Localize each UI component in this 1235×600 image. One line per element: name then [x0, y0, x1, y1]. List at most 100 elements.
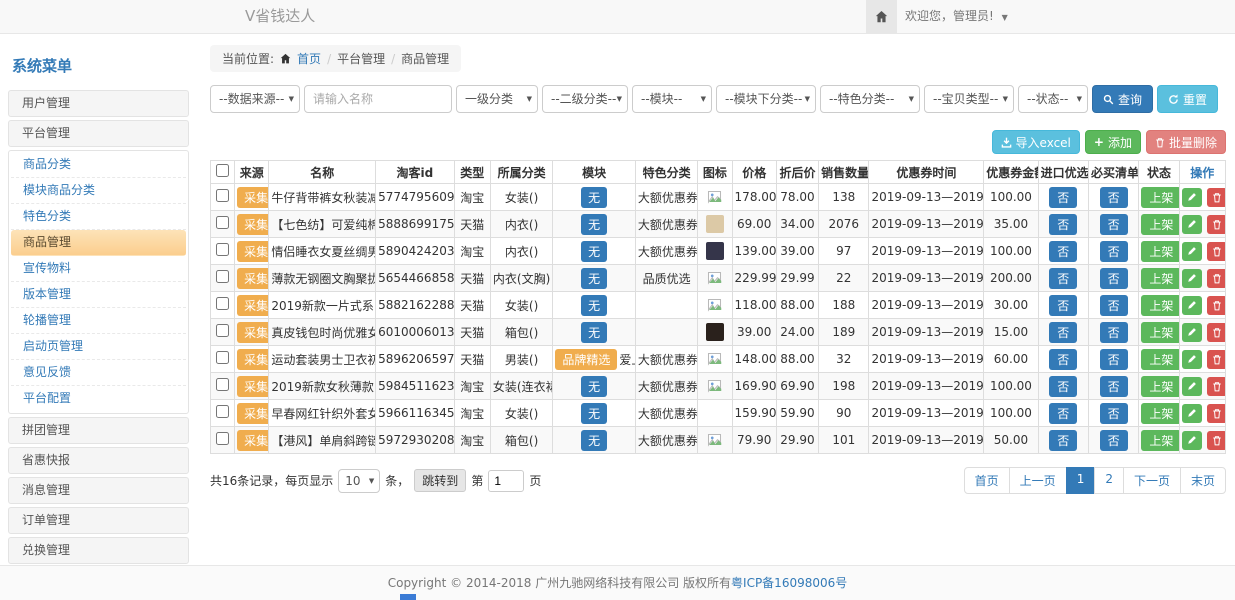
import-select-toggle[interactable]: 否	[1049, 187, 1077, 208]
delete-button[interactable]	[1207, 296, 1225, 315]
filter-select[interactable]: --二级分类-- ▼	[542, 85, 628, 113]
import-select-toggle[interactable]: 否	[1049, 349, 1077, 370]
edit-button[interactable]	[1182, 269, 1202, 288]
delete-button[interactable]	[1207, 188, 1225, 207]
import-select-toggle[interactable]: 否	[1049, 403, 1077, 424]
import-excel-button[interactable]: 导入excel	[992, 130, 1080, 154]
row-checkbox[interactable]	[216, 270, 229, 283]
must-buy-toggle[interactable]: 否	[1100, 376, 1128, 397]
must-buy-toggle[interactable]: 否	[1100, 187, 1128, 208]
import-select-toggle[interactable]: 否	[1049, 214, 1077, 235]
delete-button[interactable]	[1207, 215, 1225, 234]
status-toggle[interactable]: 上架	[1141, 349, 1179, 370]
must-buy-toggle[interactable]: 否	[1100, 403, 1128, 424]
filter-select[interactable]: --模块-- ▼	[632, 85, 712, 113]
must-buy-toggle[interactable]: 否	[1100, 241, 1128, 262]
must-buy-toggle[interactable]: 否	[1100, 214, 1128, 235]
sidebar-group-拼团管理[interactable]: 拼团管理	[8, 417, 189, 444]
jump-button[interactable]: 跳转到	[414, 469, 466, 492]
delete-button[interactable]	[1207, 350, 1225, 369]
sidebar-group-兑换管理[interactable]: 兑换管理	[8, 537, 189, 564]
status-toggle[interactable]: 上架	[1141, 268, 1179, 289]
status-toggle[interactable]: 上架	[1141, 241, 1179, 262]
sidebar-item-商品管理[interactable]: 商品管理	[11, 230, 186, 256]
page-button-首页[interactable]: 首页	[964, 467, 1010, 494]
sidebar-item-平台配置[interactable]: 平台配置	[11, 386, 186, 412]
row-checkbox[interactable]	[216, 189, 229, 202]
filter-select[interactable]: 一级分类 ▼	[456, 85, 538, 113]
filter-select[interactable]: --特色分类-- ▼	[820, 85, 920, 113]
sidebar-group-消息管理[interactable]: 消息管理	[8, 477, 189, 504]
status-toggle[interactable]: 上架	[1141, 295, 1179, 316]
icp-link[interactable]: 粤ICP备16098006号	[731, 576, 847, 590]
app-brand[interactable]: V省钱达人	[245, 0, 315, 33]
sidebar-group-省惠快报[interactable]: 省惠快报	[8, 447, 189, 474]
reset-button[interactable]: 重置	[1157, 85, 1218, 113]
data-source-select[interactable]: --数据来源-- ▼	[210, 85, 300, 113]
edit-button[interactable]	[1182, 377, 1202, 396]
import-select-toggle[interactable]: 否	[1049, 430, 1077, 451]
edit-button[interactable]	[1182, 296, 1202, 315]
filter-select[interactable]: --状态-- ▼	[1018, 85, 1088, 113]
user-menu[interactable]: 欢迎您，管理员! ▼	[905, 0, 1008, 34]
status-toggle[interactable]: 上架	[1141, 403, 1179, 424]
must-buy-toggle[interactable]: 否	[1100, 349, 1128, 370]
batch-delete-button[interactable]: 批量删除	[1146, 130, 1226, 154]
delete-button[interactable]	[1207, 269, 1225, 288]
status-toggle[interactable]: 上架	[1141, 187, 1179, 208]
add-button[interactable]: + 添加	[1085, 130, 1141, 154]
row-checkbox[interactable]	[216, 351, 229, 364]
name-search-input[interactable]	[304, 85, 452, 113]
delete-button[interactable]	[1207, 431, 1225, 450]
row-checkbox[interactable]	[216, 378, 229, 391]
edit-button[interactable]	[1182, 431, 1202, 450]
sidebar-item-商品分类[interactable]: 商品分类	[11, 152, 186, 178]
status-toggle[interactable]: 上架	[1141, 214, 1179, 235]
breadcrumb-home-link[interactable]: 首页	[297, 50, 321, 67]
sidebar-group-用户管理[interactable]: 用户管理	[8, 90, 189, 117]
search-button[interactable]: 查询	[1092, 85, 1153, 113]
row-checkbox[interactable]	[216, 432, 229, 445]
edit-button[interactable]	[1182, 323, 1202, 342]
row-checkbox[interactable]	[216, 297, 229, 310]
row-checkbox[interactable]	[216, 243, 229, 256]
sidebar-group-平台管理[interactable]: 平台管理	[8, 120, 189, 147]
sidebar-item-特色分类[interactable]: 特色分类	[11, 204, 186, 230]
sidebar-item-启动页管理[interactable]: 启动页管理	[11, 334, 186, 360]
filter-select[interactable]: --模块下分类-- ▼	[716, 85, 816, 113]
import-select-toggle[interactable]: 否	[1049, 295, 1077, 316]
status-toggle[interactable]: 上架	[1141, 430, 1179, 451]
import-select-toggle[interactable]: 否	[1049, 322, 1077, 343]
import-select-toggle[interactable]: 否	[1049, 268, 1077, 289]
status-toggle[interactable]: 上架	[1141, 376, 1179, 397]
edit-button[interactable]	[1182, 242, 1202, 261]
home-button[interactable]	[866, 0, 897, 33]
row-checkbox[interactable]	[216, 405, 229, 418]
filter-select[interactable]: --宝贝类型-- ▼	[924, 85, 1014, 113]
edit-button[interactable]	[1182, 350, 1202, 369]
must-buy-toggle[interactable]: 否	[1100, 322, 1128, 343]
must-buy-toggle[interactable]: 否	[1100, 295, 1128, 316]
sidebar-item-版本管理[interactable]: 版本管理	[11, 282, 186, 308]
jump-page-input[interactable]	[488, 470, 524, 492]
edit-button[interactable]	[1182, 404, 1202, 423]
row-checkbox[interactable]	[216, 216, 229, 229]
row-checkbox[interactable]	[216, 324, 229, 337]
sidebar-item-意见反馈[interactable]: 意见反馈	[11, 360, 186, 386]
import-select-toggle[interactable]: 否	[1049, 241, 1077, 262]
page-size-select[interactable]: 10 ▼	[338, 469, 380, 493]
delete-button[interactable]	[1207, 242, 1225, 261]
must-buy-toggle[interactable]: 否	[1100, 268, 1128, 289]
sidebar-item-模块商品分类[interactable]: 模块商品分类	[11, 178, 186, 204]
select-all-checkbox[interactable]	[216, 164, 229, 177]
delete-button[interactable]	[1207, 404, 1225, 423]
sidebar-group-订单管理[interactable]: 订单管理	[8, 507, 189, 534]
edit-button[interactable]	[1182, 188, 1202, 207]
page-button-末页[interactable]: 末页	[1180, 467, 1226, 494]
sidebar-item-宣传物料[interactable]: 宣传物料	[11, 256, 186, 282]
page-button-2[interactable]: 2	[1094, 467, 1124, 494]
page-button-1[interactable]: 1	[1066, 467, 1096, 494]
status-toggle[interactable]: 上架	[1141, 322, 1179, 343]
import-select-toggle[interactable]: 否	[1049, 376, 1077, 397]
delete-button[interactable]	[1207, 323, 1225, 342]
